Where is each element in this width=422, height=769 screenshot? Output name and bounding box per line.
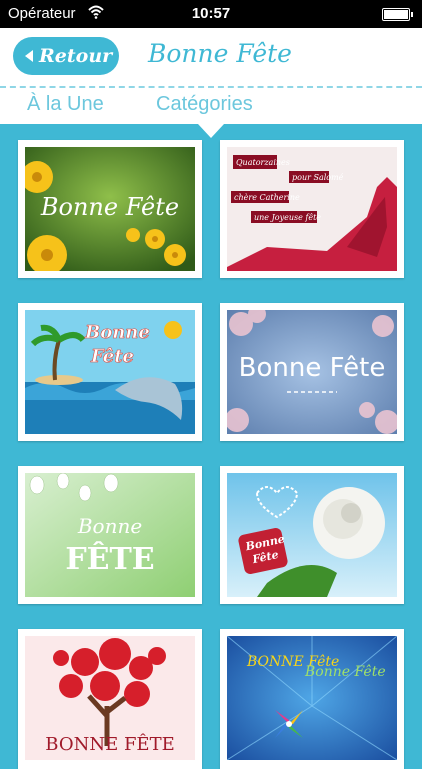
card-caption-line: Bonne (77, 514, 142, 538)
card-caption-line: une Joyeuse fête (254, 213, 321, 222)
back-arrow-icon (25, 50, 33, 62)
card-caption-line: FÊTE (65, 541, 154, 577)
card-image: Bonne FÊTE (25, 473, 195, 597)
card-image: Bonne Fête (227, 473, 397, 597)
card-caption: Bonne Fête (239, 353, 386, 383)
card-image: BONNE FÊTE (25, 636, 195, 760)
category-card[interactable]: Bonne Fête (220, 303, 404, 441)
category-card[interactable]: Bonne Fête (18, 140, 202, 278)
tab-a-la-une[interactable]: À la Une (27, 93, 104, 116)
card-caption-line: chère Catherine (234, 193, 300, 202)
navigation-bar: Retour Bonne Fête (0, 28, 422, 86)
card-image: Bonne Fête (227, 310, 397, 434)
card-image: BONNE Fête Bonne Fête (227, 636, 397, 760)
card-image: Bonne Fête (25, 147, 195, 271)
card-caption-line: Bonne (84, 322, 150, 343)
card-image: Quatorzaines pour Salomé chère Catherine… (227, 147, 397, 271)
card-caption-line: Quatorzaines (236, 158, 290, 167)
category-card[interactable]: BONNE Fête Bonne Fête (220, 629, 404, 769)
tab-categories[interactable]: Catégories (156, 93, 253, 116)
card-caption: BONNE FÊTE (45, 732, 174, 755)
card-caption-line: Fête (90, 346, 134, 367)
category-card[interactable]: Bonne Fête (18, 303, 202, 441)
category-card[interactable]: Bonne Fête (220, 466, 404, 604)
battery-icon (382, 8, 413, 21)
category-card[interactable]: Bonne FÊTE (18, 466, 202, 604)
card-caption-line: Bonne Fête (304, 664, 386, 680)
card-image: Bonne Fête (25, 310, 195, 434)
card-caption-line: pour Salomé (292, 173, 344, 182)
clock: 10:57 (191, 5, 231, 22)
tab-bar: À la Une Catégories (0, 86, 422, 124)
status-bar: Opérateur 10:57 (0, 0, 422, 28)
back-button-label: Retour (39, 45, 113, 67)
category-card[interactable]: BONNE FÊTE (18, 629, 202, 769)
back-button[interactable]: Retour (13, 37, 119, 75)
active-tab-indicator (198, 124, 224, 138)
category-card[interactable]: Quatorzaines pour Salomé chère Catherine… (220, 140, 404, 278)
page-title: Bonne Fête (148, 39, 292, 68)
card-caption: Bonne Fête (40, 193, 179, 221)
